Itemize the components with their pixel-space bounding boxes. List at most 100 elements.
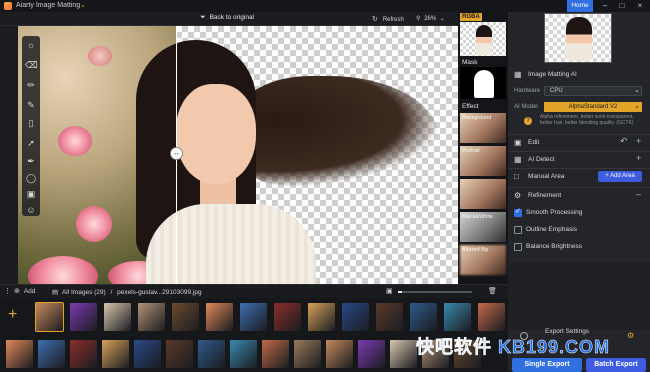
flower-decor [88, 46, 112, 66]
back-label: Back to original [209, 14, 255, 21]
compare-handle-icon[interactable]: ↔ [170, 147, 183, 160]
model-select[interactable]: AlphaStandard V2 [544, 102, 642, 112]
gallery-thumbnail[interactable] [358, 340, 385, 368]
app-logo-icon [4, 2, 12, 10]
smudge-icon[interactable]: ◯ [25, 172, 37, 184]
zoom-control[interactable]: ⚲ 26% ⌄ [416, 15, 445, 22]
gallery-thumbnail[interactable] [6, 340, 33, 368]
add-icon[interactable]: + [636, 136, 641, 146]
lasso-icon[interactable]: ➚ [25, 137, 37, 149]
add-area-button[interactable]: + Add Area [598, 171, 642, 182]
gallery-thumbnail[interactable] [70, 340, 97, 368]
select-tool-icon[interactable]: ☼ [25, 39, 37, 51]
gallery-thumbnail[interactable] [308, 303, 335, 331]
gallery-thumbnail[interactable] [166, 340, 193, 368]
gallery-thumbnail[interactable] [70, 303, 97, 331]
refinement-icon: ⚙ [514, 191, 522, 200]
rgba-preview[interactable] [460, 22, 506, 56]
mask-label: Mask [462, 59, 478, 66]
checkmark-icon: ✓ [515, 208, 521, 215]
image-size-icon: ▣ [386, 288, 393, 295]
edit-label: Edit [528, 139, 540, 146]
settings-gear-icon[interactable]: ⚙ [627, 331, 634, 340]
breadcrumb-separator: / [110, 289, 113, 296]
gallery-thumbnail[interactable] [294, 340, 321, 368]
gallery-thumbnail[interactable] [206, 303, 233, 331]
gallery-thumbnail[interactable] [274, 303, 301, 331]
title-bar [0, 0, 650, 12]
minimize-icon[interactable]: – [596, 0, 614, 12]
gallery-thumbnail[interactable] [410, 303, 437, 331]
gallery-thumbnail[interactable] [172, 303, 199, 331]
ai-detect-label: AI Detect [528, 156, 555, 163]
mask-figure [474, 70, 494, 98]
add-image-button[interactable]: ⊕ Add [14, 287, 35, 295]
help-icon[interactable]: ? [524, 117, 532, 125]
effect-label: Effect [462, 103, 479, 110]
all-images-label: All Images (29) [61, 289, 106, 296]
outline-emphasis-checkbox[interactable] [514, 226, 522, 234]
app-title: Aiarty Image Matting [16, 2, 81, 9]
slider-fill [398, 291, 402, 293]
refinement-label: Refinement [528, 192, 562, 199]
gallery-thumbnail[interactable] [104, 303, 131, 331]
image-canvas[interactable]: ↔ [18, 26, 458, 284]
thumbnail-size-slider[interactable] [398, 291, 472, 293]
outline-emphasis-label: Outline Emphasis [526, 226, 577, 233]
current-filename: pexels-gustav...29103099.jpg [117, 289, 202, 296]
hardware-select[interactable]: CPU [544, 86, 642, 96]
back-to-original-button[interactable]: ⏷ Back to original [200, 14, 254, 22]
brush-icon[interactable]: ✏ [25, 79, 37, 91]
pen-icon[interactable]: ✒ [25, 155, 37, 167]
single-export-button[interactable]: Single Export [512, 358, 582, 372]
manual-area-label: Manual Area [528, 173, 565, 180]
gallery-thumbnail[interactable] [444, 303, 471, 331]
gallery-thumbnail[interactable] [262, 340, 289, 368]
gallery-thumbnail[interactable] [35, 302, 64, 332]
add-icon: ⊕ [14, 288, 20, 295]
maximize-icon[interactable]: □ [613, 0, 631, 12]
gallery-thumbnail[interactable] [376, 303, 403, 331]
collapse-icon[interactable]: – [636, 189, 641, 199]
refresh-icon: ↻ [372, 16, 378, 23]
gallery-thumbnail[interactable] [38, 340, 65, 368]
model-description: Alpha refinement, better semi-transparen… [540, 114, 634, 126]
smooth-processing-label: Smooth Processing [526, 209, 583, 216]
balance-brightness-checkbox[interactable] [514, 243, 522, 251]
home-button[interactable]: Home [567, 0, 593, 12]
mask-preview[interactable] [460, 67, 506, 99]
gallery-thumbnail[interactable] [134, 340, 161, 368]
gallery-thumbnail[interactable] [478, 303, 505, 331]
gallery-thumbnail[interactable] [342, 303, 369, 331]
gallery-thumbnail[interactable] [326, 340, 353, 368]
close-icon[interactable]: × [631, 0, 649, 12]
undo-icon[interactable]: ↶ [620, 136, 628, 147]
preview-figure [566, 17, 592, 61]
effect-caption: Background [462, 115, 492, 121]
flower-decor [58, 126, 92, 156]
gallery-thumbnail[interactable] [102, 340, 129, 368]
effect-thumb[interactable] [460, 179, 506, 209]
gallery-thumbnail[interactable] [230, 340, 257, 368]
add-images-icon[interactable]: + [8, 306, 17, 324]
gallery-thumbnail[interactable] [198, 340, 225, 368]
gallery-thumbnail[interactable] [390, 340, 417, 368]
person-icon[interactable]: ☺ [25, 204, 37, 216]
trash-icon[interactable]: 🗑 [488, 287, 497, 295]
menu-icon[interactable]: ⋮ [4, 287, 11, 295]
fill-icon[interactable]: ✎ [25, 99, 37, 111]
refresh-label: Refresh [382, 17, 404, 23]
effect-caption: Portrait [462, 148, 480, 154]
gallery-breadcrumb[interactable]: ▤ All Images (29) / pexels-gustav...2910… [52, 288, 202, 296]
rgba-figure [476, 25, 492, 55]
paint-roller-icon[interactable]: ▯ [25, 117, 37, 129]
batch-export-button[interactable]: Batch Export [586, 358, 646, 372]
eraser-icon[interactable]: ⌫ [25, 59, 38, 71]
chevron-down-icon: ⌄ [634, 103, 640, 110]
crop-icon[interactable]: ▣ [25, 188, 37, 200]
chevron-down-icon[interactable]: ⌄ [80, 1, 86, 9]
add-icon[interactable]: + [636, 153, 641, 163]
gallery-thumbnail[interactable] [138, 303, 165, 331]
refresh-button[interactable]: ↻ Refresh [372, 15, 404, 23]
gallery-thumbnail[interactable] [240, 303, 267, 331]
